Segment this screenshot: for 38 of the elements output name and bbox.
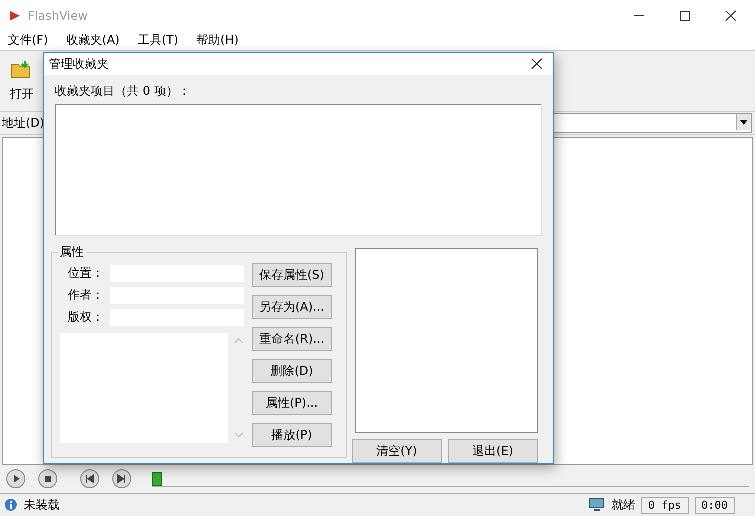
play-icon[interactable] <box>6 469 26 489</box>
menu-item[interactable]: 工具(T) <box>138 32 179 49</box>
close-icon[interactable] <box>531 58 543 70</box>
menu-item[interactable]: 文件(F) <box>8 32 48 49</box>
folder-icon <box>11 60 33 80</box>
status-state: 就绪 <box>611 496 636 514</box>
fps-readout: 0 fps <box>641 496 688 514</box>
next-icon[interactable] <box>112 469 132 489</box>
time-readout: 0:00 <box>694 496 735 514</box>
app-icon <box>8 8 22 22</box>
dialog-button[interactable]: 保存属性(S) <box>252 263 332 287</box>
dropdown-icon[interactable] <box>736 114 751 130</box>
dialog-button[interactable]: 播放(P) <box>252 423 332 447</box>
address-label: 地址(D) <box>1 114 46 132</box>
list-label: 收藏夹项目（共 0 项）： <box>55 83 192 100</box>
group-title: 属性 <box>58 244 86 261</box>
menu-item[interactable]: 帮助(H) <box>196 32 239 49</box>
field-label: 作者： <box>68 287 104 304</box>
dialog-button[interactable]: 另存为(A)... <box>252 295 332 319</box>
dialog-button[interactable]: 退出(E) <box>448 439 538 463</box>
dialog-button[interactable]: 属性(P)... <box>252 391 332 415</box>
window-title: FlashView <box>28 8 88 22</box>
info-icon <box>4 498 18 512</box>
field-label: 版权： <box>68 309 104 326</box>
field-label: 位置： <box>68 265 104 282</box>
open-button[interactable]: 打开 <box>4 58 40 104</box>
menu-item[interactable]: 收藏夹(A) <box>66 32 120 49</box>
stop-icon[interactable] <box>38 469 58 489</box>
previous-icon[interactable] <box>80 469 100 489</box>
status-message: 未装载 <box>24 496 60 514</box>
maximize-icon[interactable] <box>679 10 691 22</box>
dialog-button[interactable]: 清空(Y) <box>352 439 442 463</box>
close-icon[interactable] <box>725 10 737 22</box>
dialog-title: 管理收藏夹 <box>49 56 109 72</box>
seek-slider[interactable] <box>152 472 162 486</box>
dialog-button[interactable]: 删除(D) <box>252 359 332 383</box>
dialog-button[interactable]: 重命名(R)... <box>252 327 332 351</box>
monitor-icon <box>589 498 606 512</box>
